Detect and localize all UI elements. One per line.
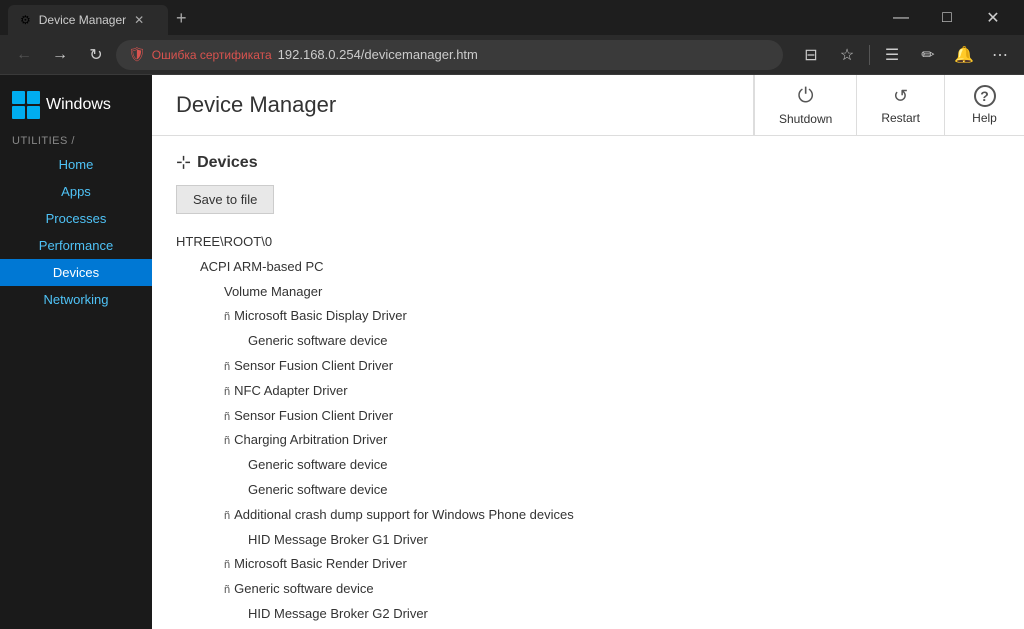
- device-tree-item[interactable]: HID Message Broker G2 Driver: [176, 602, 1000, 627]
- page-title: Device Manager: [152, 76, 753, 134]
- address-bar: ← → ↻ 🛡 Ошибка сертификата 192.168.0.254…: [0, 35, 1024, 75]
- favorites-icon[interactable]: ☆: [831, 39, 863, 71]
- device-tree-item[interactable]: ñMicrosoft Basic Render Driver: [176, 552, 1000, 577]
- device-tree-item[interactable]: ñAdditional crash dump support for Windo…: [176, 503, 1000, 528]
- sidebar-item-home[interactable]: Home: [0, 151, 152, 178]
- devices-section-icon: ⊹: [176, 152, 191, 173]
- device-tree-item[interactable]: Generic software device: [176, 453, 1000, 478]
- device-tree-item[interactable]: ñSensor Fusion Client Driver: [176, 354, 1000, 379]
- separator: [869, 45, 870, 65]
- more-icon[interactable]: ⋯: [984, 39, 1016, 71]
- close-button[interactable]: ✕: [970, 0, 1016, 35]
- refresh-button[interactable]: ↻: [80, 39, 112, 71]
- main-container: Windows UTILITIES / Home Apps Processes …: [0, 75, 1024, 629]
- windows-label: Windows: [46, 96, 111, 114]
- maximize-button[interactable]: □: [924, 0, 970, 35]
- hub-icon[interactable]: ☰: [876, 39, 908, 71]
- content-header: Device Manager ⏻ Shutdown ↺ Restart ? He…: [152, 75, 1024, 136]
- utilities-label: UTILITIES /: [0, 131, 152, 151]
- address-field[interactable]: 🛡 Ошибка сертификата 192.168.0.254/devic…: [116, 40, 783, 70]
- restart-label: Restart: [881, 111, 920, 125]
- active-tab[interactable]: ⚙ Device Manager ✕: [8, 5, 168, 35]
- sidebar-item-devices[interactable]: Devices: [0, 259, 152, 286]
- restart-button[interactable]: ↺ Restart: [856, 75, 944, 135]
- new-tab-button[interactable]: +: [176, 9, 187, 27]
- notifications-icon[interactable]: 🔔: [948, 39, 980, 71]
- content-area: Device Manager ⏻ Shutdown ↺ Restart ? He…: [152, 75, 1024, 629]
- sidebar-logo: Windows: [0, 83, 152, 131]
- shutdown-label: Shutdown: [779, 112, 832, 126]
- section-header: ⊹ Devices: [176, 152, 1000, 173]
- url-text: 192.168.0.254/devicemanager.htm: [278, 47, 478, 62]
- toolbar-icons: ⊟ ☆ ☰ ✏ 🔔 ⋯: [795, 39, 1016, 71]
- window-controls: — □ ✕: [878, 0, 1016, 35]
- header-actions: ⏻ Shutdown ↺ Restart ? Help: [753, 75, 1024, 135]
- device-tree-item[interactable]: ñNFC Adapter Driver: [176, 379, 1000, 404]
- device-tree-item[interactable]: HTREE\ROOT\0: [176, 230, 1000, 255]
- tab-close-button[interactable]: ✕: [134, 13, 144, 27]
- cert-error-icon: 🛡: [128, 46, 146, 63]
- sidebar-item-apps[interactable]: Apps: [0, 178, 152, 205]
- windows-logo-icon: [12, 91, 40, 119]
- back-button[interactable]: ←: [8, 39, 40, 71]
- help-button[interactable]: ? Help: [944, 75, 1024, 135]
- cert-error-text: Ошибка сертификата: [152, 48, 272, 62]
- tab-title: Device Manager: [39, 13, 126, 27]
- tab-bar: ⚙ Device Manager ✕ + — □ ✕: [0, 0, 1024, 35]
- shutdown-button[interactable]: ⏻ Shutdown: [754, 75, 856, 135]
- shutdown-icon: ⏻: [798, 85, 814, 108]
- device-tree: HTREE\ROOT\0ACPI ARM-based PCVolume Mana…: [176, 230, 1000, 629]
- content-body: ⊹ Devices Save to file HTREE\ROOT\0ACPI …: [152, 136, 1024, 629]
- help-icon: ?: [974, 85, 996, 107]
- notes-icon[interactable]: ✏: [912, 39, 944, 71]
- tab-favicon: ⚙: [20, 13, 31, 27]
- device-tree-item[interactable]: Volume Manager: [176, 280, 1000, 305]
- device-tree-item[interactable]: ACPI ARM-based PC: [176, 255, 1000, 280]
- help-label: Help: [972, 111, 997, 125]
- forward-button[interactable]: →: [44, 39, 76, 71]
- sidebar-item-networking[interactable]: Networking: [0, 286, 152, 313]
- device-tree-item[interactable]: ñCharging Arbitration Driver: [176, 428, 1000, 453]
- sidebar: Windows UTILITIES / Home Apps Processes …: [0, 75, 152, 629]
- device-tree-item[interactable]: Generic software device: [176, 329, 1000, 354]
- device-tree-item[interactable]: ñGeneric software device: [176, 577, 1000, 602]
- restart-icon: ↺: [893, 86, 908, 107]
- sidebar-item-performance[interactable]: Performance: [0, 232, 152, 259]
- browser-chrome: ⚙ Device Manager ✕ + — □ ✕ ← → ↻ 🛡 Ошибк…: [0, 0, 1024, 75]
- sidebar-item-processes[interactable]: Processes: [0, 205, 152, 232]
- device-tree-item[interactable]: ñSensor Fusion Client Driver: [176, 404, 1000, 429]
- reading-view-icon[interactable]: ⊟: [795, 39, 827, 71]
- save-to-file-button[interactable]: Save to file: [176, 185, 274, 214]
- device-tree-item[interactable]: HID Message Broker G1 Driver: [176, 528, 1000, 553]
- device-tree-item[interactable]: Generic software device: [176, 478, 1000, 503]
- minimize-button[interactable]: —: [878, 0, 924, 35]
- section-title: Devices: [197, 154, 258, 172]
- device-tree-item[interactable]: ñMicrosoft Basic Display Driver: [176, 304, 1000, 329]
